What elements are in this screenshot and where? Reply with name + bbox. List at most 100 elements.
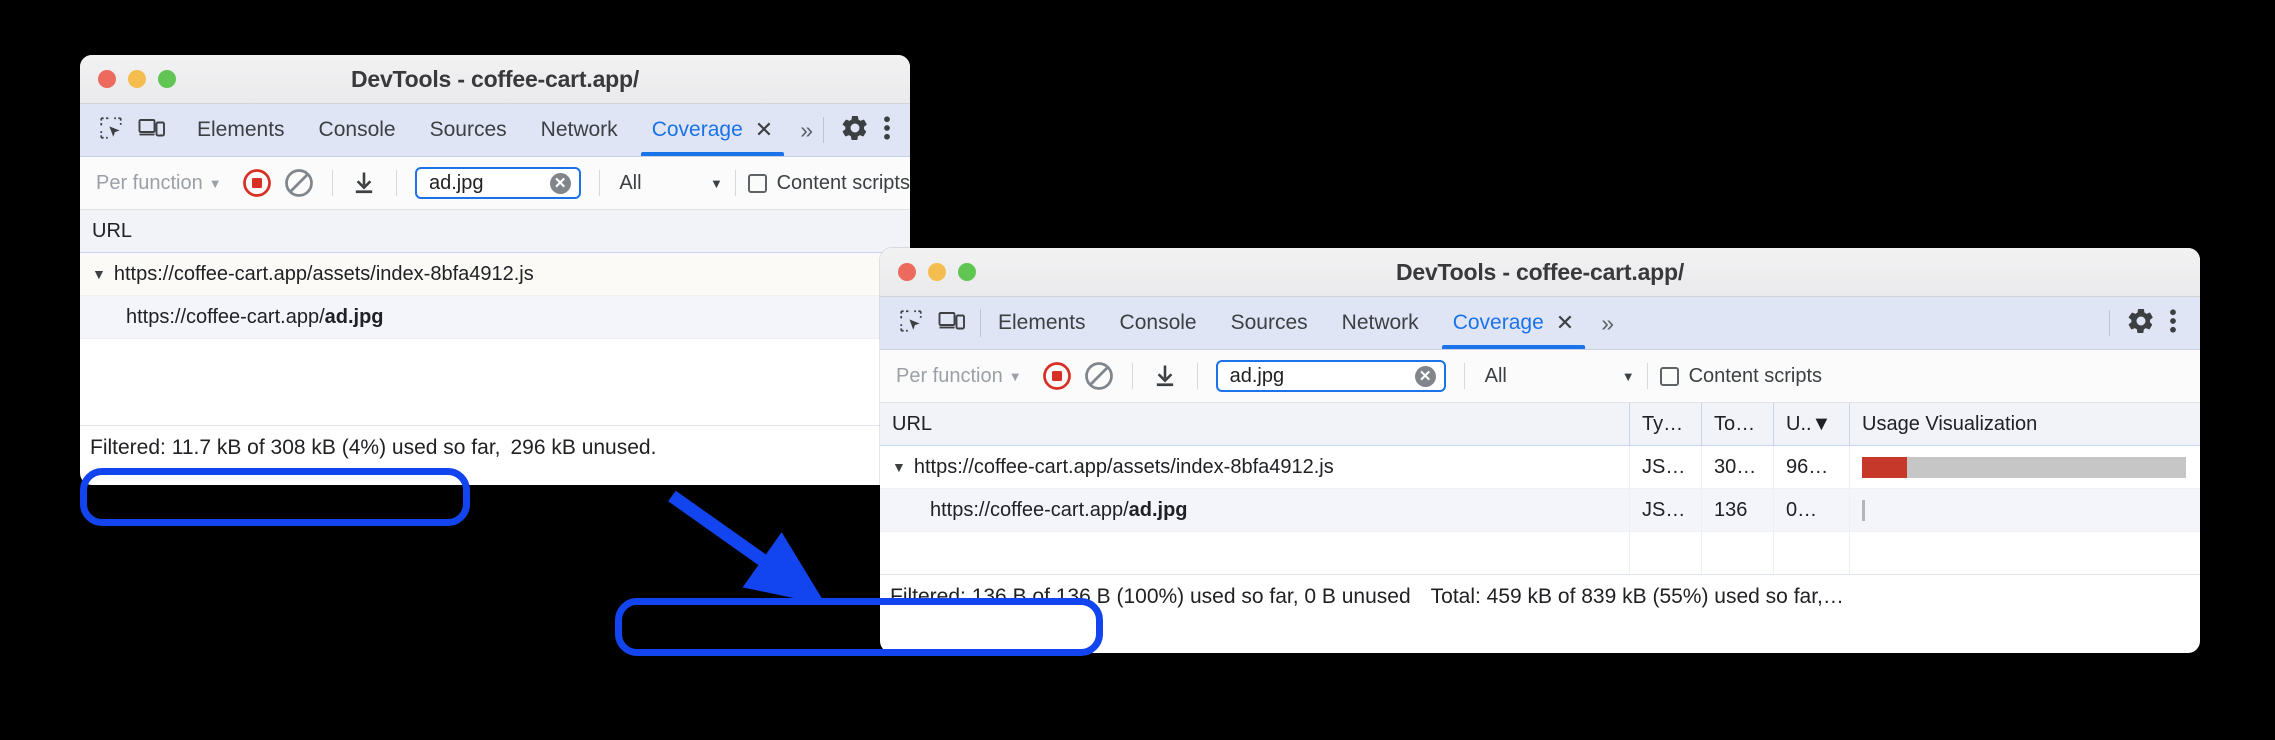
content-scripts-checkbox[interactable]: Content scripts — [747, 172, 910, 195]
chevron-down-icon: ▼ — [710, 175, 723, 191]
tab-coverage-label: Coverage — [1452, 311, 1544, 334]
tab-network[interactable]: Network — [1325, 297, 1436, 349]
right-icons-divider — [2109, 310, 2110, 336]
clear-input-icon[interactable]: ✕ — [1414, 365, 1436, 387]
minimize-window-button[interactable] — [928, 263, 946, 281]
granularity-dropdown[interactable]: Per function ▼ — [96, 172, 236, 195]
tab-coverage-label: Coverage — [651, 118, 743, 141]
tab-network[interactable]: Network — [524, 104, 635, 156]
row-url-cell: https://coffee-cart.app/ad.jpg — [80, 296, 910, 338]
device-toolbar-icon[interactable] — [938, 308, 966, 339]
toolbar-divider — [1131, 363, 1133, 389]
filter-input-wrapper[interactable]: ✕ — [414, 167, 581, 199]
column-header-url[interactable]: URL — [880, 403, 1630, 445]
window1-statusbar: Filtered: 11.7 kB of 308 kB (4%) used so… — [80, 425, 910, 470]
column-header-url[interactable]: URL — [80, 210, 910, 252]
maximize-window-button[interactable] — [158, 70, 176, 88]
empty-cell — [1774, 532, 1850, 574]
table-row[interactable]: ▼ https://coffee-cart.app/assets/index-8… — [80, 253, 910, 296]
close-icon[interactable]: ✕ — [1556, 312, 1574, 334]
expand-twisty-icon[interactable]: ▼ — [892, 459, 906, 475]
toolbar-divider — [1463, 363, 1465, 389]
row-url-cell: ▼ https://coffee-cart.app/assets/index-8… — [80, 253, 910, 295]
table-row[interactable]: https://coffee-cart.app/ad.jpg — [80, 296, 910, 339]
window2-coverage-grid: URL Ty… To… U..▼ Usage Visualization ▼ h… — [880, 403, 2200, 574]
download-icon[interactable] — [350, 169, 378, 197]
toolbar-divider — [396, 170, 397, 196]
more-tabs-icon[interactable]: » — [1591, 297, 1624, 349]
tab-coverage[interactable]: Coverage ✕ — [1436, 297, 1592, 349]
grid-empty-row — [880, 532, 2200, 574]
window2-filter-toolbar: Per function ▼ ad.jpg ✕ All ▼ Content sc… — [880, 350, 2200, 403]
row-url-cell: ▼ https://coffee-cart.app/assets/index-8… — [880, 446, 1630, 488]
tab-console-label: Console — [1119, 311, 1197, 334]
chevron-down-icon: ▼ — [1621, 368, 1635, 384]
tab-elements-label: Elements — [998, 311, 1086, 334]
granularity-dropdown[interactable]: Per function ▼ — [896, 365, 1036, 388]
more-tabs-icon[interactable]: » — [790, 104, 823, 156]
column-header-type[interactable]: Ty… — [1630, 403, 1702, 445]
checkbox-icon[interactable] — [747, 173, 767, 193]
close-window-button[interactable] — [98, 70, 116, 88]
maximize-window-button[interactable] — [958, 263, 976, 281]
table-row[interactable]: ▼ https://coffee-cart.app/assets/index-8… — [880, 446, 2200, 489]
column-header-total-bytes[interactable]: To… — [1702, 403, 1774, 445]
inspect-element-icon[interactable] — [98, 115, 124, 146]
checkbox-icon[interactable] — [1659, 366, 1679, 386]
tab-elements[interactable]: Elements — [981, 297, 1103, 349]
window1-titlebar: DevTools - coffee-cart.app/ — [80, 55, 910, 104]
column-header-unused-bytes[interactable]: U..▼ — [1774, 403, 1850, 445]
tab-sources-label: Sources — [429, 118, 507, 141]
expand-twisty-icon[interactable]: ▼ — [92, 266, 106, 282]
devtools-window-2: DevTools - coffee-cart.app/ Elements Con… — [880, 248, 2200, 653]
content-scripts-checkbox[interactable]: Content scripts — [1659, 365, 1822, 388]
window2-titlebar: DevTools - coffee-cart.app/ — [880, 248, 2200, 297]
inspect-element-icon[interactable] — [898, 308, 924, 339]
gear-icon[interactable] — [2126, 306, 2156, 341]
gear-icon[interactable] — [840, 113, 870, 148]
filter-input-wrapper[interactable]: ✕ — [1215, 360, 1446, 392]
close-window-button[interactable] — [898, 263, 916, 281]
kebab-menu-icon[interactable] — [2162, 306, 2184, 341]
row-type-cell: JS… — [1630, 446, 1702, 488]
toolbar-divider — [331, 170, 333, 196]
empty-cell — [1630, 532, 1702, 574]
window2-right-icons — [2109, 297, 2200, 349]
column-header-usage-visualization[interactable]: Usage Visualization — [1850, 403, 2200, 445]
tab-sources[interactable]: Sources — [1214, 297, 1325, 349]
type-filter-value: All — [1484, 364, 1507, 387]
filter-input[interactable] — [1227, 363, 1409, 389]
row-url-text: https://coffee-cart.app/ — [930, 498, 1129, 521]
type-filter-dropdown[interactable]: All ▼ — [1485, 365, 1635, 388]
grid-empty-space — [80, 339, 910, 425]
kebab-menu-icon[interactable] — [876, 113, 898, 148]
tab-console[interactable]: Console — [302, 104, 413, 156]
row-url-text: https://coffee-cart.app/ — [126, 305, 325, 328]
empty-cell — [1702, 532, 1774, 574]
record-stop-icon[interactable] — [242, 168, 272, 198]
row-total-bytes-cell: 30… — [1702, 446, 1774, 488]
granularity-label: Per function — [896, 364, 1003, 387]
clear-icon[interactable] — [1084, 361, 1114, 391]
window2-filtered-status: Filtered: 136 B of 136 B (100%) used so … — [890, 585, 1411, 608]
empty-cell — [1850, 532, 2200, 574]
filter-input[interactable] — [426, 170, 544, 196]
download-icon[interactable] — [1151, 362, 1179, 390]
clear-icon[interactable] — [284, 168, 314, 198]
minimize-window-button[interactable] — [128, 70, 146, 88]
tab-coverage[interactable]: Coverage ✕ — [635, 104, 791, 156]
usage-bar-unused — [1907, 456, 2186, 478]
tab-console[interactable]: Console — [1103, 297, 1214, 349]
window1-filter-toolbar: Per function ▼ ad.jpg ✕ All ▼ Content sc… — [80, 157, 910, 210]
window1-tabs: Elements Console Sources Network Coverag… — [180, 104, 790, 156]
record-stop-icon[interactable] — [1042, 361, 1072, 391]
tab-elements[interactable]: Elements — [180, 104, 302, 156]
type-filter-dropdown[interactable]: All ▼ — [619, 172, 723, 195]
row-type-cell: JS… — [1630, 489, 1702, 531]
close-icon[interactable]: ✕ — [755, 119, 773, 141]
table-row[interactable]: https://coffee-cart.app/ad.jpg JS… 136 0… — [880, 489, 2200, 532]
device-toolbar-icon[interactable] — [138, 115, 166, 146]
row-url-bold: ad.jpg — [324, 305, 384, 328]
clear-input-icon[interactable]: ✕ — [549, 172, 571, 194]
tab-sources[interactable]: Sources — [413, 104, 524, 156]
